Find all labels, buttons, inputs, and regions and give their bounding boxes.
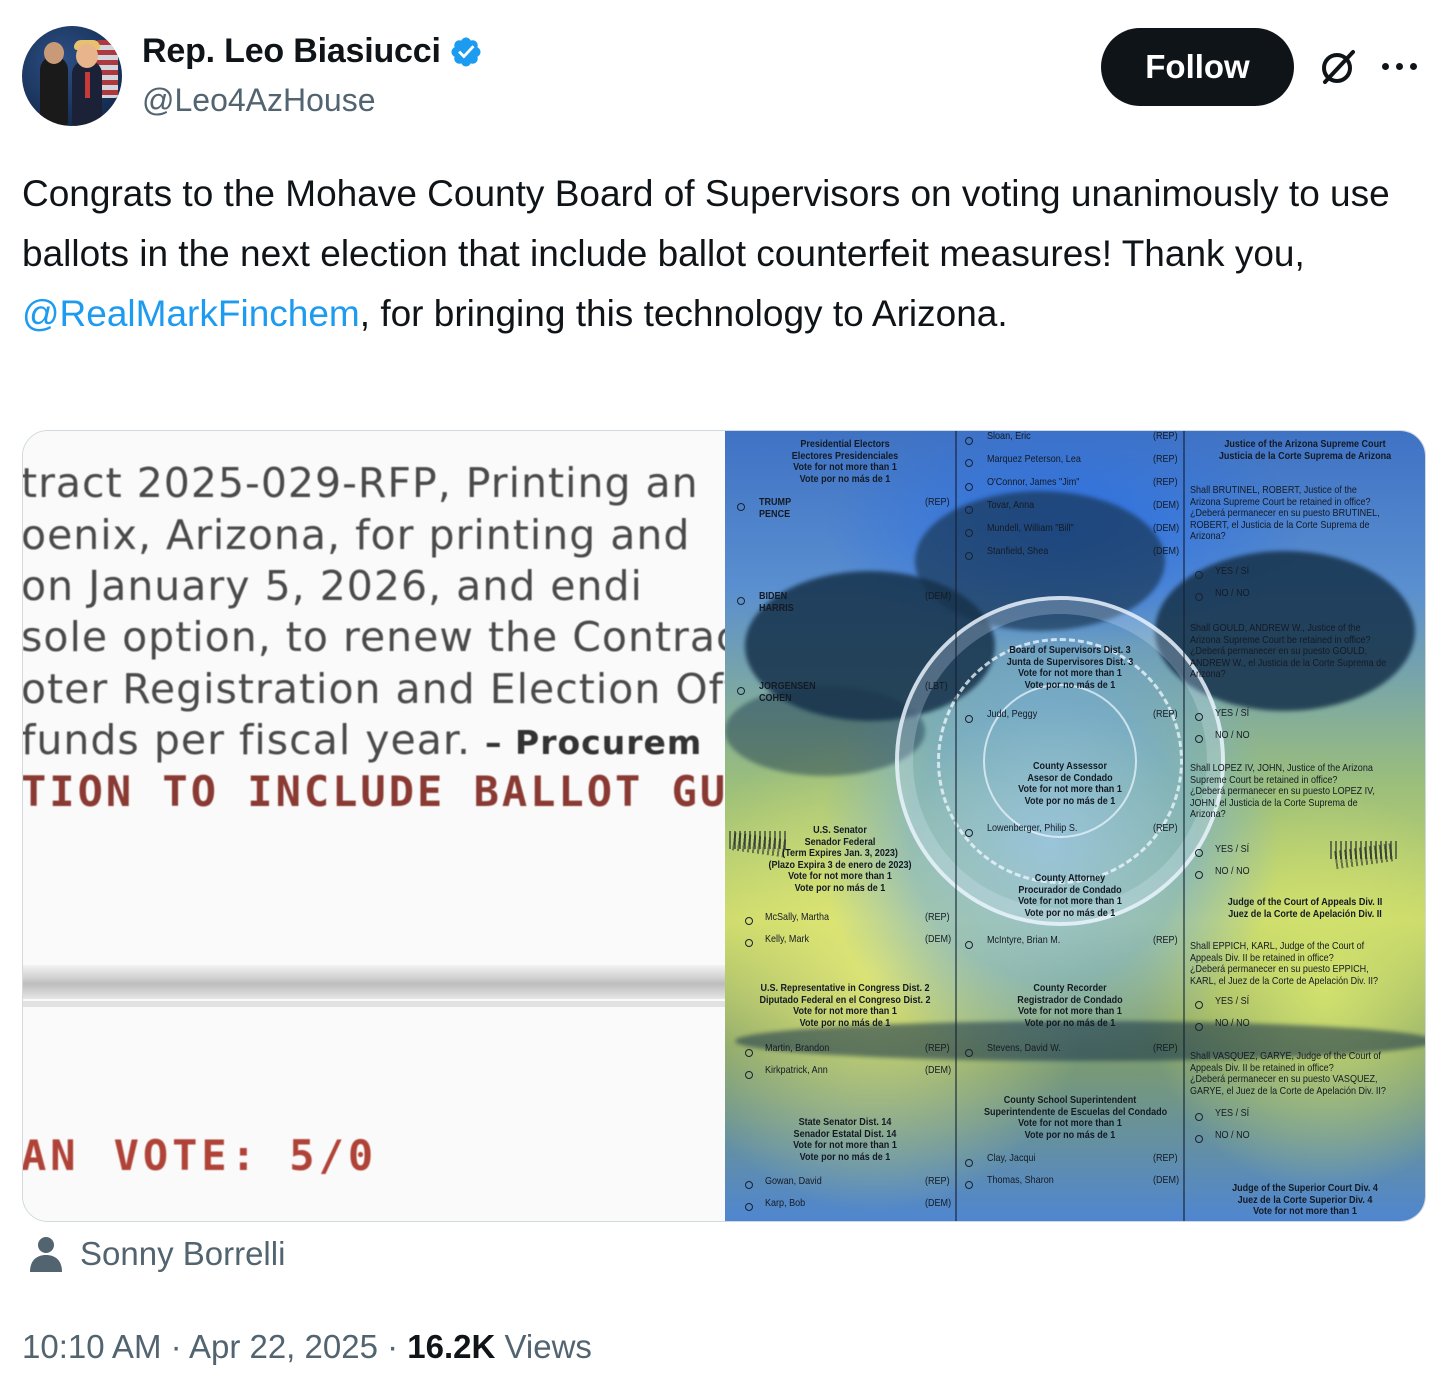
views-count: 16.2K (407, 1328, 496, 1365)
document-line: tract 2025-029-RFP, Printing an (23, 459, 699, 507)
divider (23, 1001, 725, 1007)
tweet-text: Congrats to the Mohave County Board of S… (22, 164, 1422, 344)
ballot-bubble (745, 1181, 753, 1189)
document-line: funds per fiscal year. – Procurem (23, 716, 703, 764)
author-name-row[interactable]: Rep. Leo Biasiucci (142, 32, 483, 71)
follow-button[interactable]: Follow (1101, 28, 1294, 106)
ballot-bubble (745, 939, 753, 947)
author-handle[interactable]: @Leo4AzHouse (142, 82, 376, 119)
ballot-bubble (745, 1203, 753, 1211)
attribution-name[interactable]: Sonny Borrelli (80, 1235, 285, 1273)
document-image[interactable]: tract 2025-029-RFP, Printing an oenix, A… (23, 431, 725, 1221)
mention-link[interactable]: @RealMarkFinchem (22, 293, 360, 334)
tweet-text-part: Congrats to the Mohave County Board of S… (22, 173, 1390, 274)
divider (23, 965, 725, 999)
views-label: Views (504, 1328, 592, 1365)
author-avatar[interactable] (22, 26, 122, 126)
media-attribution[interactable]: Sonny Borrelli (28, 1234, 285, 1274)
ballot-bubble (737, 687, 745, 695)
more-options-icon[interactable] (1382, 54, 1426, 78)
grok-icon[interactable] (1317, 46, 1359, 88)
ballot-bubble (737, 597, 745, 605)
document-heading: TION TO INCLUDE BALLOT GU (23, 767, 725, 816)
document-line: oenix, Arizona, for printing and (23, 511, 691, 559)
author-name[interactable]: Rep. Leo Biasiucci (142, 32, 441, 71)
document-line: oter Registration and Election Off (23, 665, 725, 713)
ballot-bubble (745, 1071, 753, 1079)
tweet-text-part: , for bringing this technology to Arizon… (359, 293, 1008, 334)
ballot-image[interactable]: Presidential Electors Electores Presidenc… (725, 431, 1425, 1221)
verified-badge-icon (451, 36, 481, 67)
ballot-bubble (745, 917, 753, 925)
ballot-bubble (737, 503, 745, 511)
tweet-media[interactable]: tract 2025-029-RFP, Printing an oenix, A… (22, 430, 1426, 1222)
document-line: on January 5, 2026, and endi (23, 562, 643, 610)
tweet-date[interactable]: Apr 22, 2025 (189, 1328, 378, 1365)
tweet-meta: 10:10 AM · Apr 22, 2025 · 16.2K Views (22, 1328, 592, 1365)
tweet-header: Rep. Leo Biasiucci @Leo4AzHouse Follow (22, 26, 1434, 130)
ballot-bubble (745, 1049, 753, 1057)
procurement-text: – Procurem (485, 723, 703, 762)
document-line: sole option, to renew the Contrac (23, 613, 725, 661)
person-icon (30, 1237, 62, 1272)
vote-result: AN VOTE: 5/0 (23, 1131, 378, 1180)
tweet-time[interactable]: 10:10 AM (22, 1328, 161, 1365)
